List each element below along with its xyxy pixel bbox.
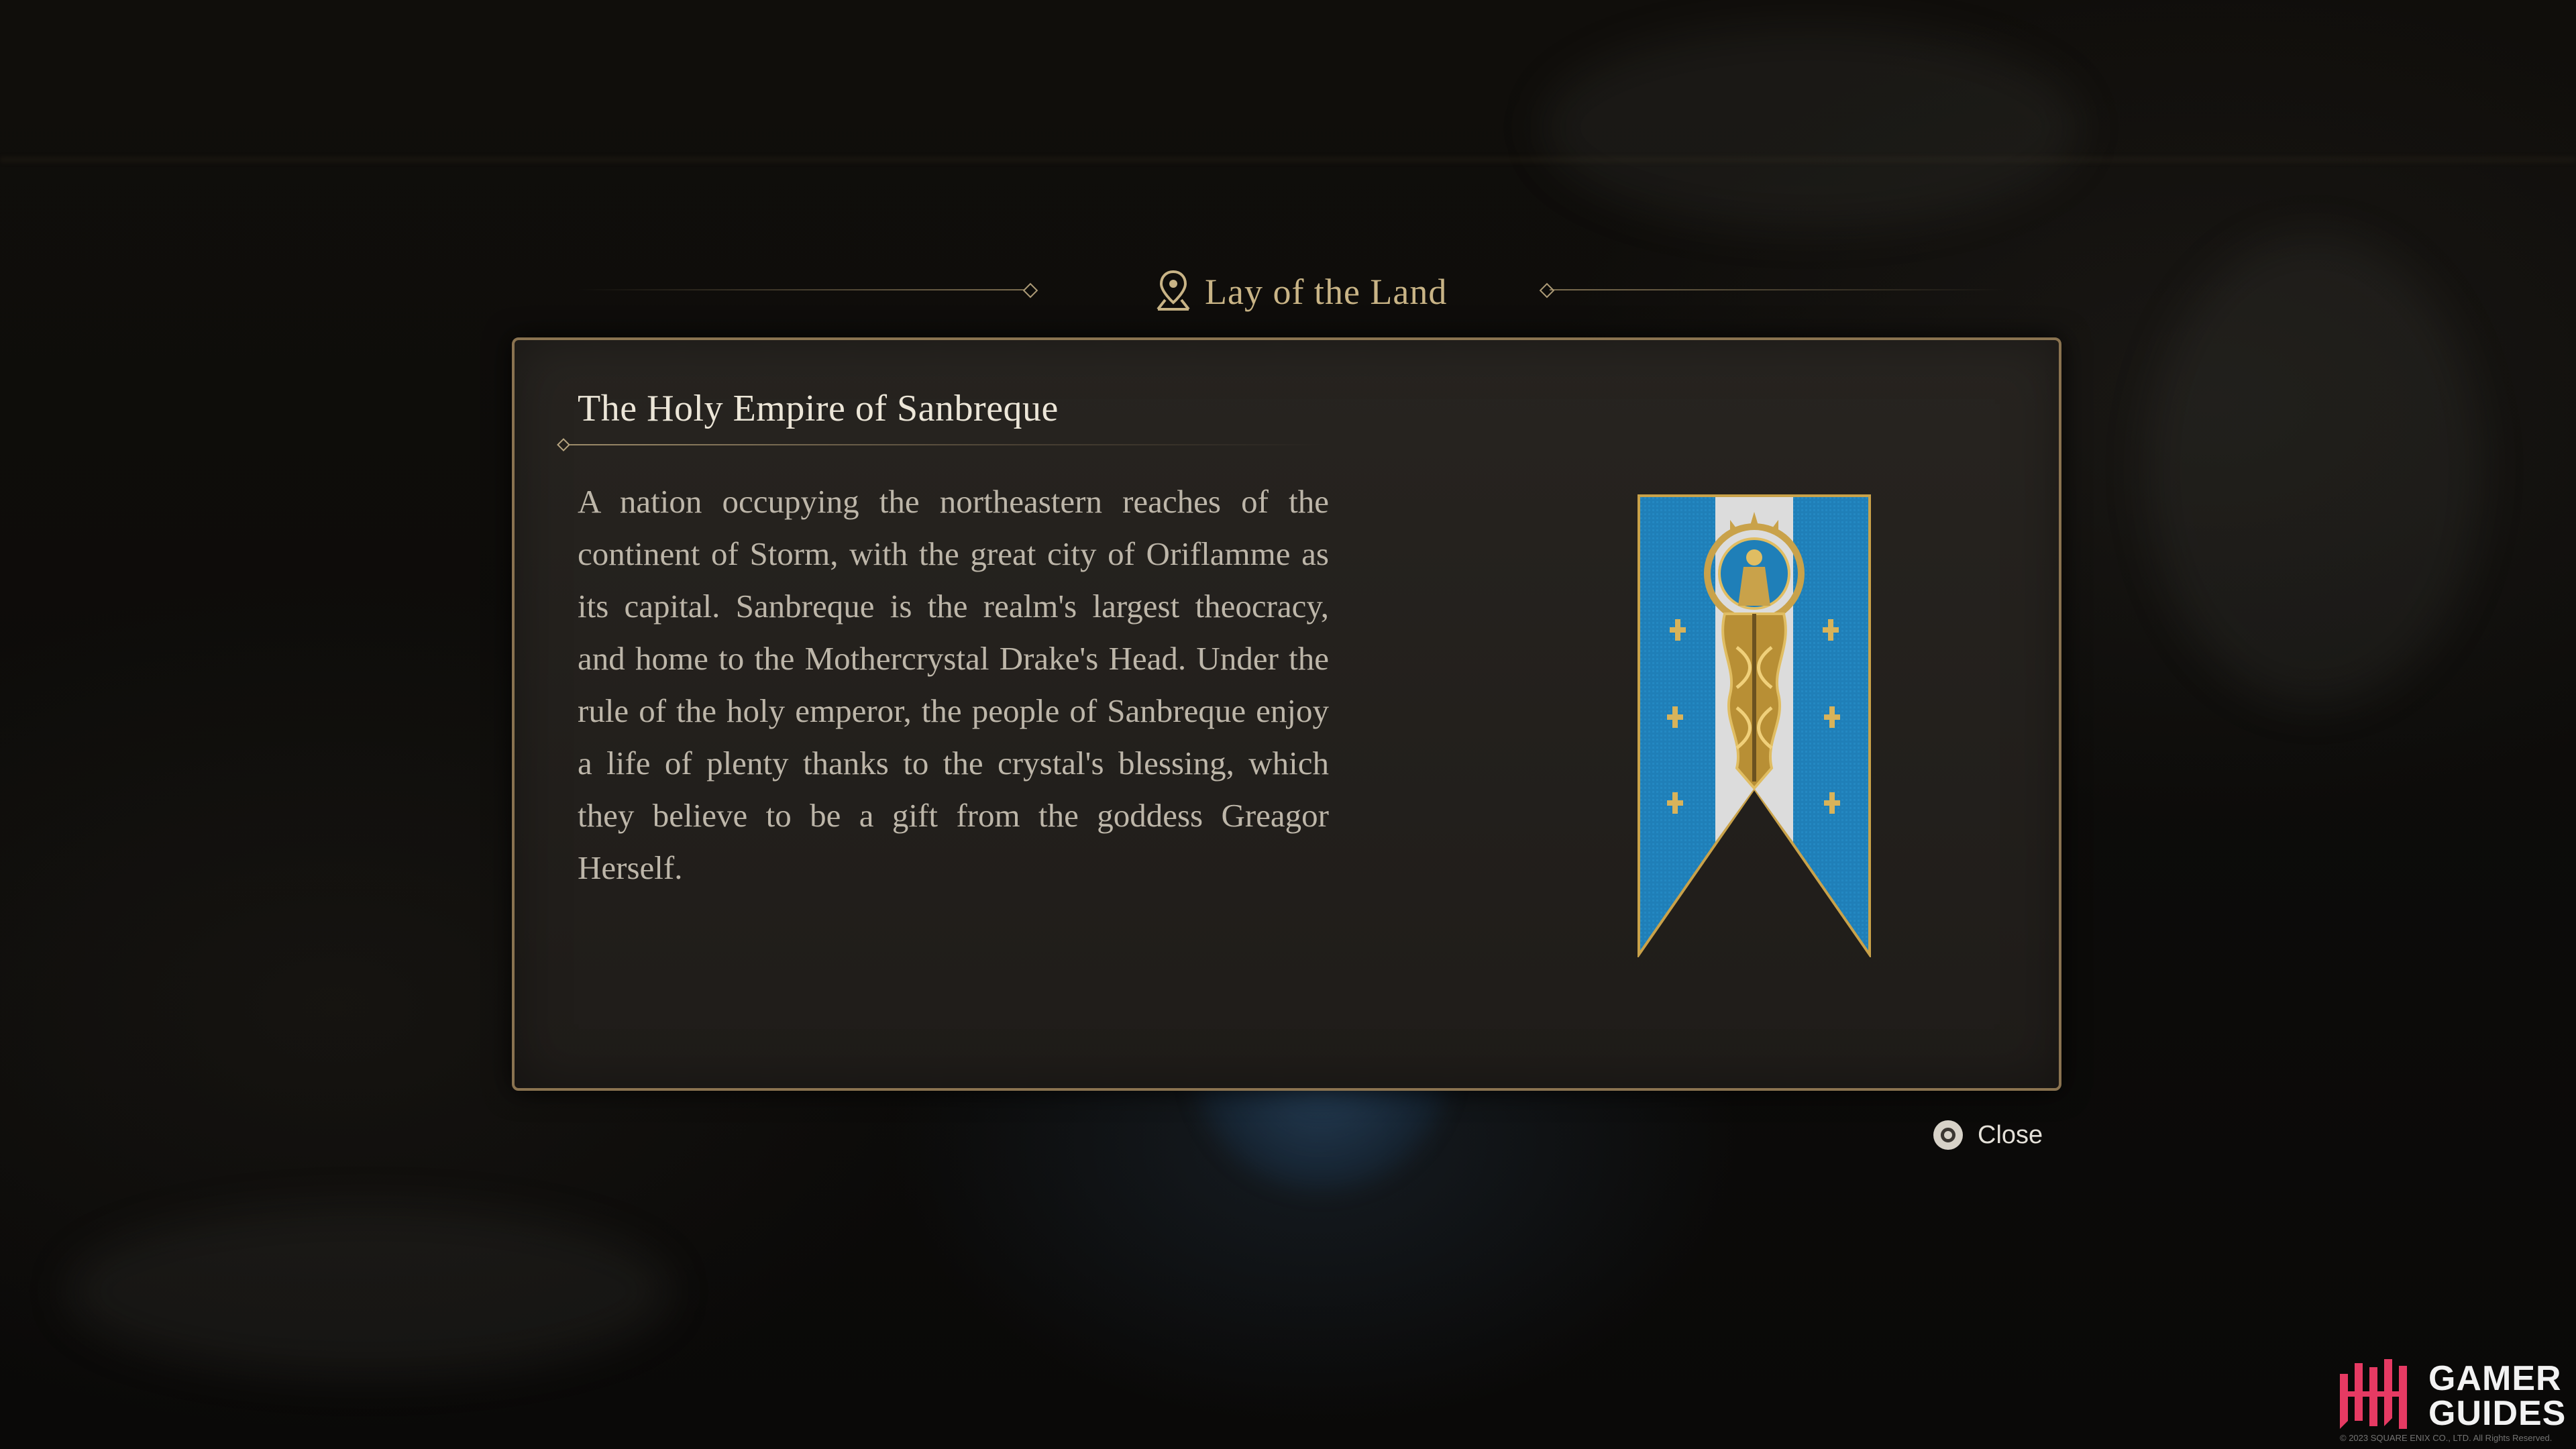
logo-line-1: GAMER (2428, 1358, 2562, 1398)
title-underline (561, 444, 1326, 445)
logo-line-2: GUIDES (2428, 1393, 2567, 1433)
header-diamond-left (1022, 282, 1038, 299)
background-divider (0, 158, 2576, 162)
gamer-guides-logo: GAMER GUIDES (2334, 1354, 2566, 1438)
header-line-right (1550, 289, 2006, 290)
header-diamond-right (1539, 282, 1555, 299)
gamer-guides-mark-icon (2334, 1354, 2418, 1438)
header-line-left (577, 289, 1033, 290)
circle-button-icon (1933, 1120, 1963, 1150)
lore-entry-panel: The Holy Empire of Sanbreque A nation oc… (512, 337, 2061, 1091)
map-pin-icon (1154, 269, 1193, 315)
close-button[interactable]: Close (1933, 1116, 2043, 1154)
title-underline-diamond (557, 438, 570, 451)
sanbreque-banner-image (1636, 493, 1872, 959)
header-title-group: Lay of the Land (1154, 265, 1447, 319)
entry-description: A nation occupying the northeastern reac… (578, 483, 1329, 886)
background-shape (67, 1208, 671, 1375)
section-header: Lay of the Land (0, 265, 2576, 319)
background-shape (1543, 27, 2080, 228)
close-label: Close (1978, 1120, 2043, 1149)
entry-title: The Holy Empire of Sanbreque (578, 388, 1059, 429)
header-title: Lay of the Land (1205, 272, 1448, 312)
copyright-notice: © 2023 SQUARE ENIX CO., LTD. All Rights … (2340, 1433, 2553, 1443)
logo-wordmark: GAMER GUIDES (2428, 1361, 2566, 1431)
